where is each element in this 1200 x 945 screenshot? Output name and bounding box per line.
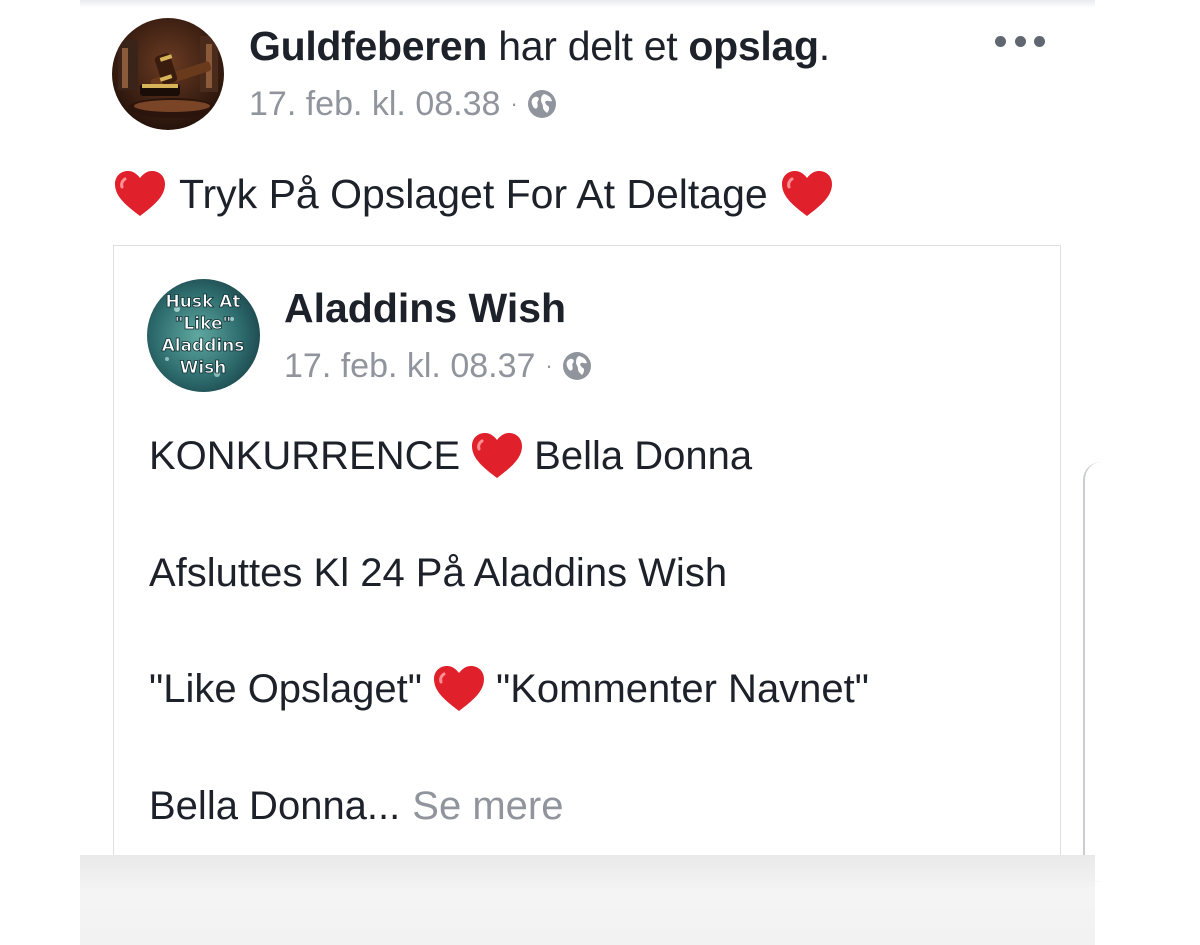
share-headline: Guldfeberen har delt et opslag. — [249, 22, 830, 70]
red-heart-icon — [432, 664, 486, 714]
avatar-text-line: Aladdins — [162, 336, 245, 356]
post-body-text: Tryk På Opslaget For At Deltage — [179, 171, 768, 217]
bottom-fade-area — [80, 855, 1095, 945]
share-action-text: har delt et — [487, 23, 689, 69]
shared-post-timestamp[interactable]: 17. feb. kl. 08.37 — [284, 346, 535, 386]
shared-post-card[interactable]: Husk At "Like" Aladdins Wish Aladdins Wi… — [113, 245, 1061, 886]
shared-post-line: Bella Donna... Se mere — [149, 779, 563, 833]
red-heart-icon — [780, 169, 834, 219]
shared-author-avatar[interactable]: Husk At "Like" Aladdins Wish — [147, 279, 260, 392]
instruction-comment: "Kommenter Navnet" — [496, 667, 869, 711]
shared-post-line: Afsluttes Kl 24 På Aladdins Wish — [149, 546, 727, 600]
post-meta: 17. feb. kl. 08.38 · — [249, 84, 558, 124]
shared-post-line: KONKURRENCE Bella Donna — [149, 429, 752, 483]
avatar-text-line: Wish — [180, 358, 227, 378]
scroll-edge — [1083, 462, 1115, 882]
shared-post-line: "Like Opslaget" "Kommenter Navnet" — [149, 662, 869, 716]
avatar-text-line: "Like" — [175, 314, 232, 334]
globe-icon — [526, 88, 558, 120]
instruction-like: "Like Opslaget" — [149, 667, 422, 711]
shared-post-meta: 17. feb. kl. 08.37 · — [284, 346, 593, 386]
meta-separator: · — [545, 353, 553, 378]
headline-period: . — [818, 23, 830, 69]
post-body: Tryk På Opslaget For At Deltage — [113, 167, 834, 221]
red-heart-icon — [113, 169, 167, 219]
author-name[interactable]: Guldfeberen — [249, 23, 487, 69]
see-more-link[interactable]: Se mere — [412, 779, 563, 833]
more-options-icon[interactable] — [995, 32, 1045, 50]
meta-separator: · — [510, 91, 518, 116]
shared-object-link[interactable]: opslag — [688, 23, 819, 69]
top-divider — [80, 0, 1095, 8]
avatar-text-line: Husk At — [166, 292, 241, 312]
post-timestamp[interactable]: 17. feb. kl. 08.38 — [249, 84, 500, 124]
truncated-text: Bella Donna... — [149, 784, 401, 828]
shared-author-name[interactable]: Aladdins Wish — [284, 284, 566, 332]
contest-label: KONKURRENCE — [149, 434, 461, 478]
author-avatar[interactable] — [112, 18, 224, 130]
red-heart-icon — [470, 431, 524, 481]
post-header: Guldfeberen har delt et opslag. 17. feb.… — [112, 18, 1072, 133]
prize-name: Bella Donna — [534, 434, 753, 478]
deadline-text: Afsluttes Kl 24 På Aladdins Wish — [149, 551, 728, 595]
globe-icon — [561, 350, 593, 382]
